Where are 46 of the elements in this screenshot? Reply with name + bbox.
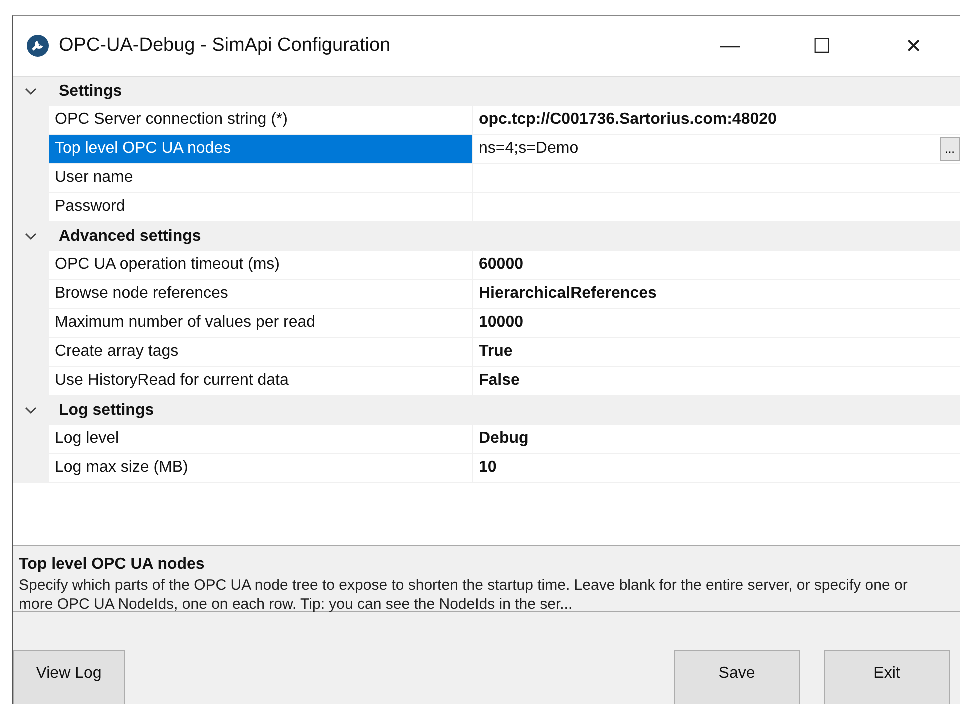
value-text: ns=4;s=Demo (479, 140, 580, 158)
property-label[interactable]: Top level OPC UA nodes (49, 135, 473, 164)
description-text: Specify which parts of the OPC UA node tree to expose to shorten the startup time. Leave blank for the entire server, or specify one or more OPC UA NodeIds, one on each row. Tip: you can see the NodeIds in the ser... (19, 576, 909, 614)
property-value[interactable]: 10 (473, 454, 960, 483)
description-title: Top level OPC UA nodes (19, 556, 206, 574)
property-value[interactable]: True (473, 338, 960, 367)
property-value[interactable]: ns=4;s=Demo ... (473, 135, 960, 164)
close-button[interactable]: ✕ (868, 34, 960, 58)
property-value[interactable]: Debug (473, 425, 960, 454)
property-label[interactable]: Use HistoryRead for current data (49, 367, 473, 396)
chevron-icon[interactable] (25, 406, 37, 414)
category-title: Settings (59, 82, 122, 100)
value-text: False (479, 372, 521, 390)
property-label[interactable]: OPC UA operation timeout (ms) (49, 251, 473, 280)
wrench-icon (27, 35, 49, 57)
property-label[interactable]: Log max size (MB) (49, 454, 473, 483)
value-text: opc.tcp://C001736.Sartorius.com:48020 (479, 111, 778, 129)
property-label[interactable]: Password (49, 193, 473, 222)
minimize-button[interactable]: — (684, 34, 776, 58)
maximize-button[interactable]: ☐ (776, 34, 868, 58)
property-value[interactable]: 10000 (473, 309, 960, 338)
property-label[interactable]: Log level (49, 425, 473, 454)
property-value[interactable]: opc.tcp://C001736.Sartorius.com:48020 (473, 106, 960, 135)
exit-button[interactable]: Exit (824, 650, 950, 704)
value-text: True (479, 343, 514, 361)
value-text: 10000 (479, 314, 524, 332)
property-value[interactable]: 60000 (473, 251, 960, 280)
property-label[interactable]: Maximum number of values per read (49, 309, 473, 338)
category-title: Log settings (59, 402, 154, 420)
browse-button[interactable]: ... (940, 137, 960, 161)
property-label[interactable]: OPC Server connection string (*) (49, 106, 473, 135)
value-text: HierarchicalReferences (479, 285, 658, 303)
category-title: Advanced settings (59, 228, 202, 246)
value-text: Debug (479, 430, 530, 448)
chevron-icon[interactable] (25, 232, 37, 240)
window-title: OPC-UA-Debug - SimApi Configuration (59, 35, 392, 57)
property-label[interactable]: Browse node references (49, 280, 473, 309)
value-text: 10 (479, 459, 498, 477)
property-value[interactable]: False (473, 367, 960, 396)
save-button[interactable]: Save (674, 650, 800, 704)
property-label[interactable]: Create array tags (49, 338, 473, 367)
property-label[interactable]: User name (49, 164, 473, 193)
value-text: 60000 (479, 256, 524, 274)
chevron-icon[interactable] (25, 88, 37, 96)
view-log-button[interactable]: View Log (13, 650, 125, 704)
property-value[interactable]: HierarchicalReferences (473, 280, 960, 309)
